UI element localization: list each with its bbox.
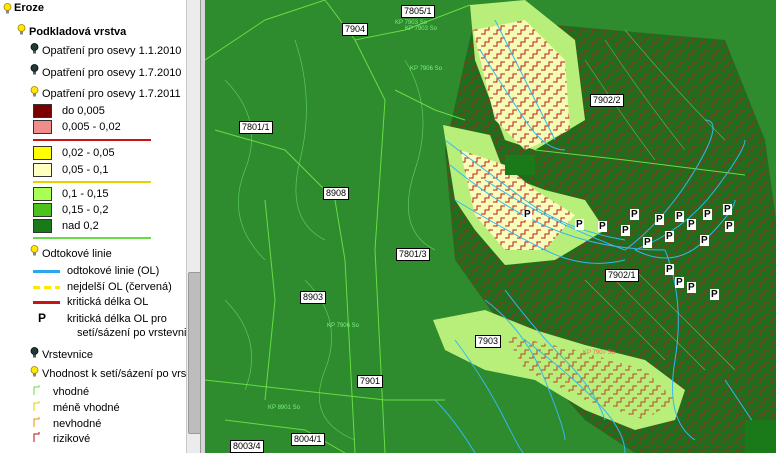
parcel-label[interactable]: 8003/4	[230, 440, 264, 453]
suitability-label: rizikové	[53, 433, 91, 445]
group-line-yellow	[33, 181, 151, 183]
bulb-icon[interactable]	[30, 245, 39, 256]
p-marker: P	[575, 219, 584, 230]
critical-length-symbol	[33, 301, 60, 304]
parcel-label[interactable]: 7902/2	[590, 94, 624, 107]
runoff-label: kritická délka OL pro	[67, 313, 167, 325]
class-label: do 0,005	[62, 105, 105, 117]
class-label: 0,05 - 0,1	[62, 164, 109, 176]
class-label: 0,005 - 0,02	[62, 121, 121, 133]
p-marker: P	[725, 221, 734, 232]
swatch-class-1	[33, 104, 52, 118]
layer-osevy-2010-07[interactable]: Opatření pro osevy 1.7.2010	[42, 67, 181, 79]
longest-runoff-symbol	[33, 286, 60, 289]
kp-label: KP 8901 So	[268, 405, 300, 411]
runoff-label-2: setí/sázení po vrstevnicích	[77, 327, 200, 339]
runoff-label: odtokové linie (OL)	[67, 265, 160, 277]
p-marker: P	[665, 231, 674, 242]
swatch-class-6	[33, 203, 52, 217]
bulb-off-icon[interactable]	[30, 347, 39, 358]
parcel-label[interactable]: 7805/1	[401, 5, 435, 18]
p-marker: P	[643, 237, 652, 248]
layer-contours[interactable]: Vrstevnice	[42, 349, 93, 361]
kp-label: KP 7906 So	[327, 323, 359, 329]
p-marker: P	[675, 211, 684, 222]
p-marker: P	[710, 289, 719, 300]
risky-hatch-icon	[33, 432, 40, 442]
kp-label: KP 7907 So	[583, 350, 615, 356]
parcel-label[interactable]: 7801/1	[239, 121, 273, 134]
p-marker: P	[723, 204, 732, 215]
swatch-class-4	[33, 163, 52, 177]
kp-label: KP 7903 So	[405, 26, 437, 32]
p-marker: P	[703, 209, 712, 220]
bulb-icon[interactable]	[3, 3, 12, 14]
group-line-green	[33, 237, 151, 239]
bulb-off-icon[interactable]	[30, 64, 39, 75]
bulb-icon[interactable]	[17, 24, 26, 35]
layer-runoff[interactable]: Odtokové linie	[42, 248, 112, 260]
suitable-hatch-icon	[33, 385, 40, 395]
p-marker: P	[630, 209, 639, 220]
runoff-label: nejdelší OL (červená)	[67, 281, 172, 293]
p-marker: P	[675, 277, 684, 288]
legend-scrollbar[interactable]	[186, 0, 200, 453]
layer-osevy-2011-07[interactable]: Opatření pro osevy 1.7.2011	[42, 88, 181, 100]
class-label: 0,15 - 0,2	[62, 204, 109, 216]
parcel-label[interactable]: 8004/1	[291, 433, 325, 446]
layer-suitability[interactable]: Vhodnost k setí/sázení po vrstevnicích	[42, 368, 200, 380]
swatch-class-7	[33, 219, 52, 233]
p-marker: P	[665, 264, 674, 275]
swatch-class-5	[33, 187, 52, 201]
less-suitable-hatch-icon	[33, 401, 40, 411]
class-label: 0,1 - 0,15	[62, 188, 109, 200]
parcel-label[interactable]: 8903	[300, 291, 327, 304]
bulb-off-icon[interactable]	[30, 43, 39, 54]
parcel-label[interactable]: 7801/3	[396, 248, 430, 261]
p-marker: P	[621, 225, 630, 236]
layer-base[interactable]: Podkladová vrstva	[29, 26, 126, 38]
runoff-line-symbol	[33, 270, 60, 273]
legend-panel: Eroze Podkladová vrstva Opatření pro ose…	[0, 0, 200, 453]
class-label: nad 0,2	[62, 220, 99, 232]
p-symbol-icon: P	[38, 311, 47, 325]
layer-eroze[interactable]: Eroze	[14, 2, 44, 14]
parcel-label[interactable]: 8908	[323, 187, 350, 200]
swatch-class-2	[33, 120, 52, 134]
layer-osevy-2010-01[interactable]: Opatření pro osevy 1.1.2010	[42, 45, 181, 57]
runoff-label: kritická délka OL	[67, 296, 149, 308]
parcel-label[interactable]: 7902/1	[605, 269, 639, 282]
kp-label: KP 7906 So	[410, 66, 442, 72]
p-marker: P	[687, 219, 696, 230]
scrollbar-thumb[interactable]	[188, 272, 200, 434]
unsuitable-hatch-icon	[33, 417, 40, 427]
bulb-icon[interactable]	[30, 86, 39, 97]
p-marker: P	[598, 221, 607, 232]
map-view[interactable]: P P P P P P P P P P P P P P P P P P 7805…	[205, 0, 776, 453]
suitability-label: nevhodné	[53, 418, 102, 430]
parcel-label[interactable]: 7901	[357, 375, 384, 388]
swatch-class-3	[33, 146, 52, 160]
suitability-label: vhodné	[53, 386, 90, 398]
p-marker: P	[700, 235, 709, 246]
bulb-icon[interactable]	[30, 366, 39, 377]
p-marker: P	[687, 282, 696, 293]
class-label: 0,02 - 0,05	[62, 147, 115, 159]
p-marker: P	[655, 214, 664, 225]
parcel-label[interactable]: 7903	[475, 335, 502, 348]
suitability-label: méně vhodné	[53, 402, 120, 414]
group-line-red	[33, 139, 151, 141]
parcel-label[interactable]: 7904	[342, 23, 369, 36]
